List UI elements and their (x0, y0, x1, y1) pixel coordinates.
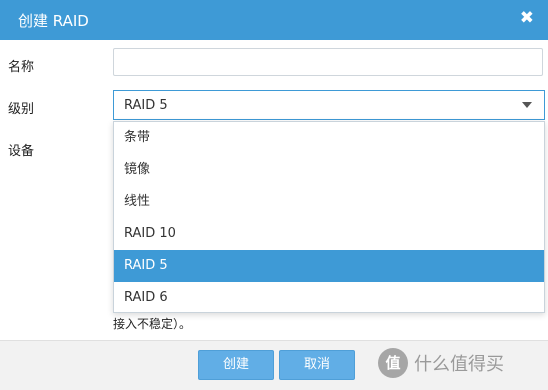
watermark-text: 什么值得买 (414, 354, 504, 375)
level-option-raid10[interactable]: RAID 10 (114, 218, 544, 250)
level-option-mirror[interactable]: 镜像 (114, 154, 544, 186)
level-dropdown-list: 条带 镜像 线性 RAID 10 RAID 5 RAID 6 (113, 121, 545, 313)
chevron-down-icon[interactable] (522, 102, 532, 108)
device-note-text: 接入不稳定）。 (113, 317, 192, 331)
watermark-logo-icon: 值 (378, 348, 408, 378)
level-label: 级别 (8, 102, 35, 117)
level-option-raid5[interactable]: RAID 5 (114, 250, 544, 282)
level-select[interactable]: RAID 5 (113, 90, 545, 120)
level-select-value: RAID 5 (124, 98, 168, 113)
create-button[interactable]: 创建 (198, 350, 274, 380)
create-raid-dialog: 创建 RAID ✖ 名称 级别 RAID 5 设备 条带 镜像 线性 RAID … (0, 0, 548, 390)
device-label: 设备 (8, 144, 35, 159)
level-option-stripe[interactable]: 条带 (114, 122, 544, 154)
dialog-title: 创建 RAID (18, 12, 89, 30)
name-input[interactable] (113, 48, 543, 76)
name-label: 名称 (8, 60, 35, 75)
cancel-button[interactable]: 取消 (279, 350, 355, 380)
level-option-raid6[interactable]: RAID 6 (114, 282, 544, 314)
watermark: 值 什么值得买 (378, 343, 504, 383)
close-icon[interactable]: ✖ (520, 8, 534, 28)
dialog-titlebar: 创建 RAID ✖ (0, 0, 548, 40)
level-option-linear[interactable]: 线性 (114, 186, 544, 218)
